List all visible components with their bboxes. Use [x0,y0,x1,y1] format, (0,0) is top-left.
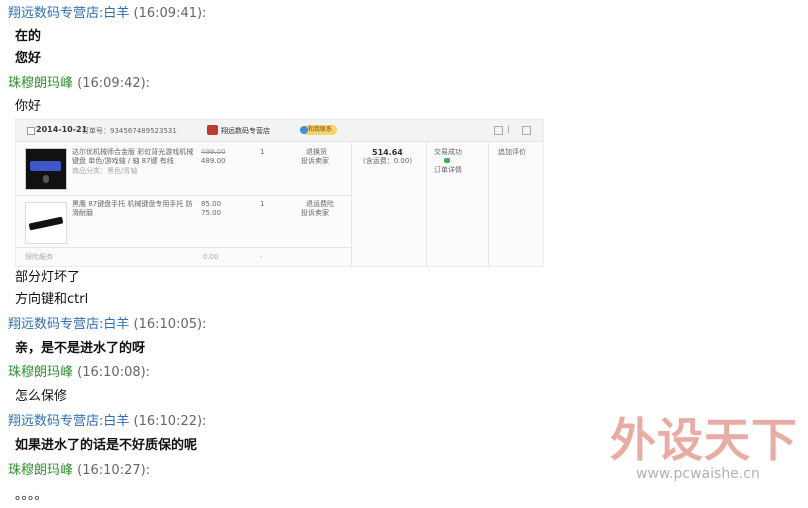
service-link[interactable]: 退运费险 [306,200,334,209]
timestamp: (16:09:41): [133,6,207,21]
shop-name[interactable]: 翔远数码专营店 [221,126,270,136]
original-price: 85.00 [201,200,222,208]
message-header: 翔远数码专营店:白羊 (16:10:05): [8,316,206,334]
chat-bubble-icon[interactable] [444,158,450,163]
timestamp: (16:10:05): [133,317,207,332]
unit-price: 489.00 [201,157,226,165]
product-image-wrist-rest[interactable] [25,202,67,244]
sender-name[interactable]: 珠穆朗玛峰 [8,463,73,478]
message-text: 怎么保修 [15,389,68,404]
divider [488,142,489,266]
share-icon[interactable] [494,126,503,135]
quantity: 1 [260,148,265,156]
order-detail-link[interactable]: 订单详情 [434,166,462,175]
watermark-url: www.pcwaishe.cn [636,466,760,482]
sender-name[interactable]: 翔远数码专营店:白羊 [8,414,129,429]
order-checkbox[interactable] [27,127,35,135]
message-text: 你好 [15,99,42,114]
review-link[interactable]: 追加评价 [498,148,526,157]
divider [16,247,351,248]
sender-name[interactable]: 翔远数码专营店:白羊 [8,6,129,21]
product-image-keyboard[interactable] [25,148,67,190]
product-sku: 商品分类：黑色/青轴 [72,167,138,175]
unit-price: 75.00 [201,209,222,217]
timestamp: (16:10:27): [77,463,151,478]
product-title[interactable]: 键盘 单色/游戏轴 / 轴 87键 有线 [72,157,174,166]
timestamp: (16:09:42): [77,76,151,91]
mouse-graphic [43,175,49,183]
product-title[interactable]: 黑鹰 87键盘手托 机械键盘专用手托 防 [72,200,193,209]
footer-label: 保险服务 [25,253,53,261]
timestamp: (16:10:22): [133,414,207,429]
sender-name[interactable]: 珠穆朗玛峰 [8,365,73,380]
message-text: 部分灯坏了 [15,270,81,285]
message-text: 。。。。 [15,488,48,503]
sender-name[interactable]: 翔远数码专营店:白羊 [8,317,129,332]
message-text: 您好 [15,51,42,66]
complaint-link[interactable]: 投诉卖家 [301,209,329,218]
service-link[interactable]: 退换货 [306,148,327,157]
flag-icon[interactable] [508,126,516,133]
sender-name[interactable]: 珠穆朗玛峰 [8,76,73,91]
divider [351,142,352,266]
message-header: 珠穆朗玛峰 (16:10:08): [8,364,150,382]
order-card[interactable]: 2014-10-21 订单号：934567489523531 翔远数码专营店 和… [15,119,544,267]
message-header: 珠穆朗玛峰 (16:09:42): [8,75,150,93]
timestamp: (16:10:08): [77,365,151,380]
contact-seller-button[interactable]: 和我联系 [300,125,337,135]
message-header: 翔远数码专营店:白羊 (16:10:22): [8,413,206,431]
message-text: 方向键和ctrl [15,292,89,307]
trash-icon[interactable] [522,126,531,135]
complaint-link[interactable]: 投诉卖家 [301,157,329,166]
message-text: 在的 [15,29,42,44]
order-total: 514.64 [372,148,403,157]
order-date: 2014-10-21 [36,125,88,134]
product-title[interactable]: 滑耐磨 [72,209,93,218]
message-text: 亲，是不是进水了的呀 [15,341,146,356]
order-status: 交易成功 [434,148,462,156]
order-number: 订单号：934567489523531 [82,127,177,135]
footer-dash: - [260,253,263,261]
quantity: 1 [260,200,265,208]
divider [16,195,351,196]
message-header: 翔远数码专营店:白羊 (16:09:41): [8,5,206,23]
watermark-text: 外设天下 [610,413,798,467]
watermark-logo: 外设天下 www.pcwaishe.cn [604,400,804,500]
keyboard-graphic [30,161,61,171]
shipping-fee: (含运费：0.00) [363,157,413,165]
divider [426,142,427,266]
wrist-rest-graphic [28,216,64,231]
message-header: 珠穆朗玛峰 (16:10:27): [8,462,150,480]
footer-value: 0.00 [203,253,219,261]
original-price: 499.00 [201,148,226,156]
shop-icon [207,125,218,135]
message-text: 如果进水了的话是不好质保的呢 [15,438,198,453]
product-title[interactable]: 达尔优机械师合金版 彩虹背光游戏机械 [72,148,193,157]
